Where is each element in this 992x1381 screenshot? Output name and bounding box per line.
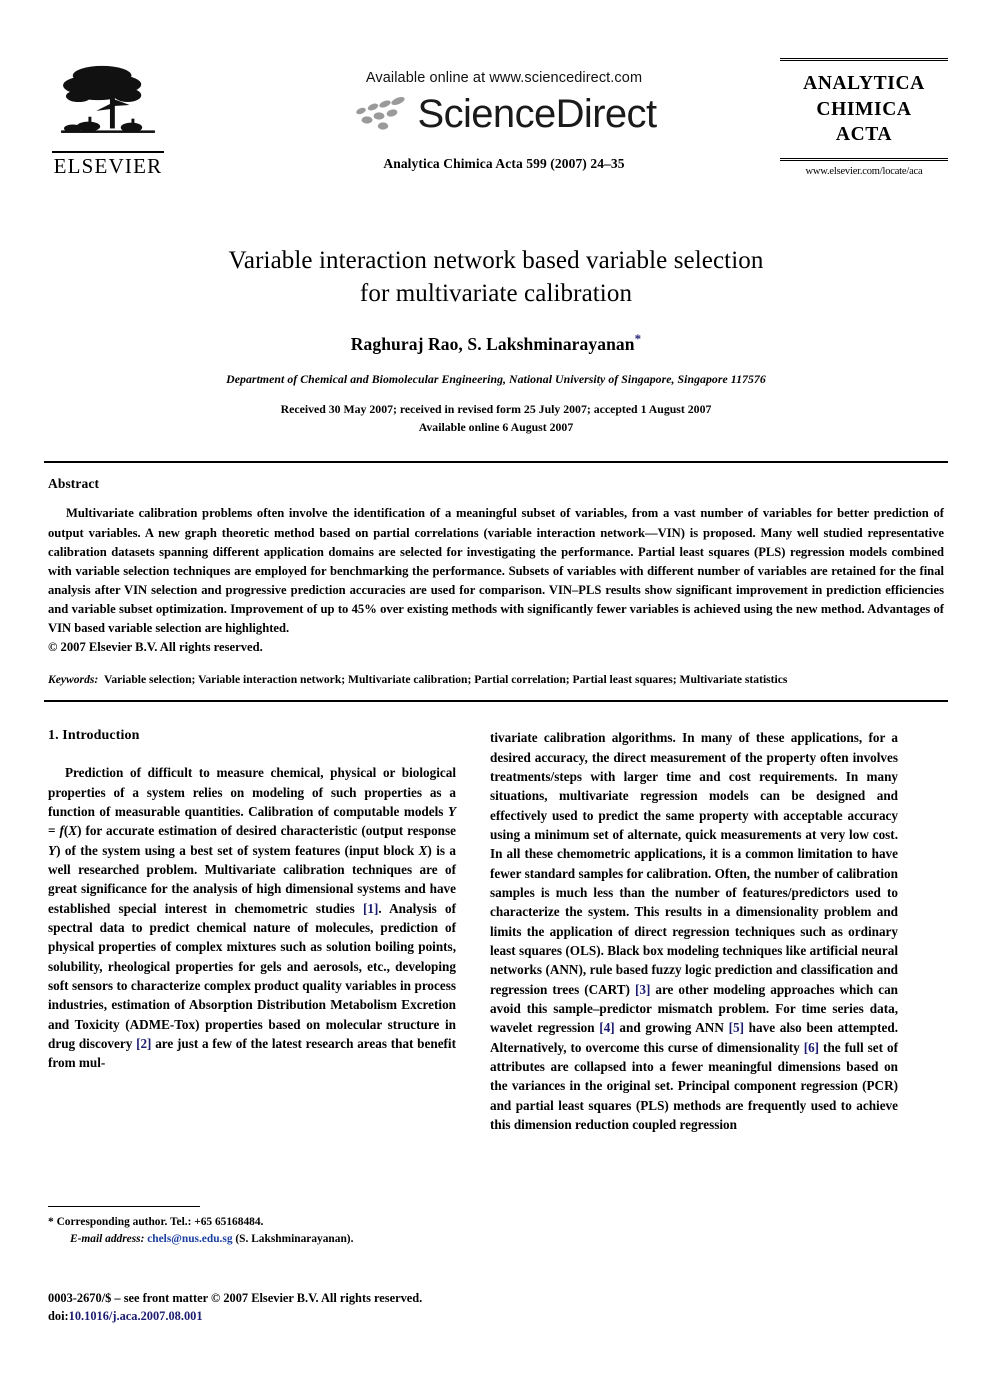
keywords-label: Keywords:	[48, 673, 99, 687]
abstract-section: Abstract Multivariate calibration proble…	[48, 476, 944, 686]
doi-value[interactable]: 10.1016/j.aca.2007.08.001	[69, 1309, 203, 1323]
intro-paragraph-left: Prediction of difficult to measure chemi…	[48, 763, 456, 1072]
intro-right-text-c: and growing ANN	[614, 1020, 729, 1036]
footnote-marker: *	[48, 1216, 54, 1228]
article-page: ELSEVIER Available online at www.science…	[0, 58, 992, 1381]
title-line-2: for multivariate calibration	[359, 280, 633, 307]
math-var-x1: X	[68, 823, 78, 839]
citation-ref-1[interactable]: [1]	[363, 901, 378, 916]
citation-ref-2[interactable]: [2]	[136, 1036, 151, 1051]
elsevier-logo: ELSEVIER	[52, 60, 164, 177]
sciencedirect-header: Available online at www.sciencedirect.co…	[224, 70, 784, 172]
title-block: Variable interaction network based varia…	[80, 244, 912, 436]
body-columns: 1. Introduction Prediction of difficult …	[48, 728, 944, 1134]
left-column: 1. Introduction Prediction of difficult …	[48, 728, 456, 1134]
corresponding-author-marker[interactable]: *	[635, 331, 642, 346]
keywords: Keywords: Variable selection; Variable i…	[48, 673, 944, 686]
available-online-text: Available online at www.sciencedirect.co…	[365, 70, 643, 86]
journal-masthead: ANALYTICA CHIMICA ACTA www.elsevier.com/…	[780, 58, 948, 177]
email-owner: (S. Lakshminarayanan).	[235, 1233, 354, 1246]
title-line-1: Variable interaction network based varia…	[228, 247, 764, 274]
author-names: Raghuraj Rao, S. Lakshminarayanan	[350, 333, 635, 354]
intro-text-d: ) for accurate estimation of desired cha…	[77, 823, 456, 839]
citation-ref-6[interactable]: [6]	[804, 1040, 819, 1055]
affiliation: Department of Chemical and Biomolecular …	[226, 371, 766, 386]
sciencedirect-wordmark: ScienceDirect	[417, 92, 658, 136]
elsevier-tree-icon	[61, 65, 155, 133]
elsevier-wordmark: ELSEVIER	[52, 151, 164, 177]
page-header: ELSEVIER Available online at www.science…	[44, 58, 948, 208]
intro-right-text-a: tivariate calibration algorithms. In man…	[490, 730, 898, 997]
journal-homepage-url[interactable]: www.elsevier.com/locate/aca	[780, 166, 948, 177]
history-online: Available online 6 August 2007	[418, 420, 574, 435]
abstract-paragraph: Multivariate calibration problems often …	[48, 506, 944, 636]
citation-ref-5[interactable]: [5]	[729, 1020, 744, 1035]
doi-line: doi:10.1016/j.aca.2007.08.001	[48, 1308, 478, 1326]
intro-text-g: . Analysis of spectral data to predict c…	[48, 900, 456, 1051]
right-column: tivariate calibration algorithms. In man…	[490, 728, 898, 1134]
imprint-block: 0003-2670/$ – see front matter © 2007 El…	[48, 1290, 478, 1326]
intro-paragraph-right: tivariate calibration algorithms. In man…	[490, 728, 898, 1134]
article-history: Received 30 May 2007; received in revise…	[80, 400, 912, 437]
sciencedirect-logo: ScienceDirect	[224, 94, 784, 134]
footnote-rule	[48, 1206, 200, 1207]
doi-label: doi:	[48, 1308, 69, 1323]
email-note: E-mail address: chels@nus.edu.sg (S. Lak…	[48, 1231, 456, 1248]
abstract-copyright: © 2007 Elsevier B.V. All rights reserved…	[48, 640, 263, 655]
footnote-block: * Corresponding author. Tel.: +65 651684…	[48, 1206, 456, 1248]
journal-citation: Analytica Chimica Acta 599 (2007) 24–35	[383, 156, 625, 171]
abstract-bottom-rule	[44, 700, 948, 703]
author-list: Raghuraj Rao, S. Lakshminarayanan*	[80, 331, 912, 355]
math-var-y1: Y	[447, 804, 456, 820]
intro-text-b: =	[48, 823, 60, 839]
abstract-heading: Abstract	[48, 476, 100, 492]
keywords-value: Variable selection; Variable interaction…	[104, 673, 788, 687]
abstract-top-rule	[44, 461, 948, 464]
sciencedirect-swoosh-icon	[355, 97, 405, 130]
citation-ref-3[interactable]: [3]	[635, 982, 650, 997]
email-label: E-mail address:	[70, 1233, 145, 1246]
section-heading-introduction: 1. Introduction	[48, 728, 140, 744]
corresponding-author-note: * Corresponding author. Tel.: +65 651684…	[48, 1214, 456, 1231]
citation-ref-4[interactable]: [4]	[599, 1020, 614, 1035]
email-link[interactable]: chels@nus.edu.sg	[147, 1233, 232, 1245]
abstract-text: Multivariate calibration problems often …	[48, 504, 944, 638]
masthead-line-2: CHIMICA	[816, 98, 912, 120]
intro-text-e: ) of the system using a best set of syst…	[56, 842, 419, 858]
front-matter-line: 0003-2670/$ – see front matter © 2007 El…	[48, 1291, 423, 1305]
math-var-y2: Y	[48, 842, 57, 858]
page-title: Variable interaction network based varia…	[80, 244, 912, 310]
masthead-line-1: ANALYTICA	[803, 73, 925, 94]
history-received: Received 30 May 2007; received in revise…	[280, 401, 712, 416]
corresponding-author-text: Corresponding author. Tel.: +65 65168484…	[56, 1216, 264, 1228]
intro-text-a: Prediction of difficult to measure chemi…	[48, 765, 456, 820]
masthead-line-3: ACTA	[835, 124, 893, 146]
